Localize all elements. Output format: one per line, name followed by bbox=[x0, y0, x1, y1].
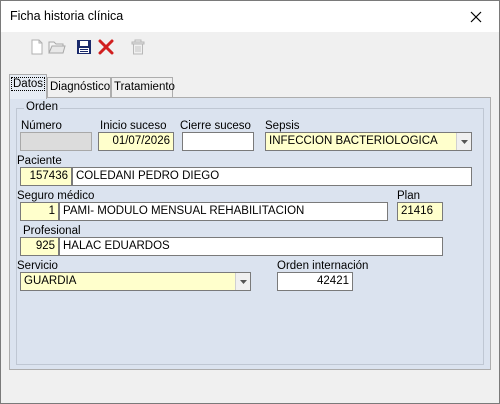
seguro-id-field[interactable]: 1 bbox=[20, 202, 59, 221]
sepsis-select[interactable]: INFECCION BACTERIOLOGICA bbox=[265, 132, 472, 151]
seguro-name-field[interactable]: PAMI- MODULO MENSUAL REHABILITACION bbox=[59, 202, 388, 221]
servicio-dropdown-button[interactable] bbox=[235, 273, 250, 290]
save-disk-icon bbox=[77, 40, 91, 54]
trash-can-icon bbox=[131, 39, 145, 55]
chevron-down-icon bbox=[460, 139, 468, 144]
tab-datos[interactable]: Datos bbox=[9, 74, 47, 99]
tab-tratamiento-label: Tratamiento bbox=[114, 81, 175, 93]
close-button[interactable] bbox=[453, 1, 499, 32]
orden-group-title: Orden bbox=[24, 101, 60, 113]
delete-x-icon bbox=[98, 39, 114, 55]
servicio-select[interactable]: GUARDIA bbox=[20, 272, 251, 291]
new-button[interactable] bbox=[26, 36, 48, 58]
close-icon bbox=[470, 11, 482, 22]
tab-diagnostico-label: Diagnóstico bbox=[50, 81, 111, 93]
profesional-id-field[interactable]: 925 bbox=[20, 237, 59, 256]
inicio-suceso-field[interactable]: 01/07/2026 bbox=[98, 132, 174, 151]
window-title: Ficha historia clínica bbox=[10, 9, 124, 23]
numero-field[interactable] bbox=[20, 132, 92, 151]
paciente-name-field[interactable]: COLEDANI PEDRO DIEGO bbox=[72, 167, 472, 186]
chevron-down-icon bbox=[239, 279, 247, 284]
tab-diagnostico[interactable]: Diagnóstico bbox=[47, 77, 111, 98]
dialog-window: Ficha historia clínica Datos Diagnóstico… bbox=[0, 0, 500, 404]
tab-panel-datos: Orden Número Inicio suceso 01/07/2026 Ci… bbox=[9, 97, 491, 370]
toolbar bbox=[2, 32, 498, 63]
sepsis-dropdown-button[interactable] bbox=[456, 133, 471, 150]
new-document-icon bbox=[31, 39, 43, 55]
paciente-id-field[interactable]: 157436 bbox=[20, 167, 72, 186]
status-bar bbox=[2, 372, 498, 403]
title-bar: Ficha historia clínica bbox=[1, 1, 499, 32]
orden-internacion-field[interactable]: 42421 bbox=[277, 272, 353, 291]
cierre-suceso-field[interactable] bbox=[182, 132, 254, 151]
save-button[interactable] bbox=[73, 36, 95, 58]
open-button[interactable] bbox=[46, 36, 68, 58]
orden-group: Orden Número Inicio suceso 01/07/2026 Ci… bbox=[16, 101, 484, 365]
sepsis-select-value: INFECCION BACTERIOLOGICA bbox=[269, 135, 438, 147]
tab-tratamiento[interactable]: Tratamiento bbox=[111, 77, 175, 98]
plan-field[interactable]: 21416 bbox=[397, 202, 443, 221]
trash-button[interactable] bbox=[127, 36, 149, 58]
profesional-name-field[interactable]: HALAC EDUARDOS bbox=[59, 237, 443, 256]
delete-button[interactable] bbox=[95, 36, 117, 58]
tab-datos-label: Datos bbox=[10, 77, 46, 91]
open-folder-icon bbox=[48, 41, 66, 54]
servicio-select-value: GUARDIA bbox=[24, 275, 77, 287]
